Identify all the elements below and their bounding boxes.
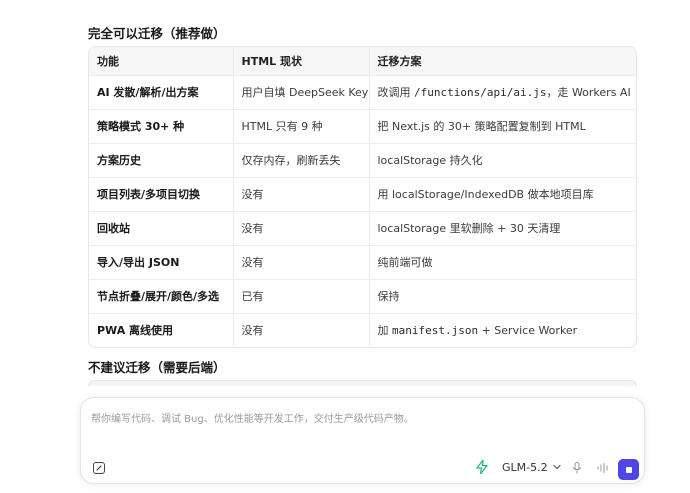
row-feature: 导入/导出 JSON — [89, 245, 233, 280]
row-feature: 策略模式 30+ 种 — [89, 109, 233, 144]
row-status: 没有 — [232, 313, 369, 347]
row-plan: localStorage 里软删除 + 30 天清理 — [368, 211, 636, 246]
inline-code: manifest.json — [392, 324, 479, 338]
model-name: GLM-5.2 — [502, 460, 548, 474]
row-plan: localStorage 持久化 — [368, 143, 636, 178]
row-feature: 项目列表/多项目切换 — [89, 177, 233, 212]
stop-button[interactable] — [618, 459, 639, 480]
row-plan: 用 localStorage/IndexedDB 做本地项目库 — [368, 177, 636, 212]
row-plan: 纯前端可做 — [368, 245, 636, 280]
stop-icon — [625, 466, 632, 473]
table-row: 导入/导出 JSON 没有 纯前端可做 — [89, 245, 636, 280]
row-feature: 节点折叠/展开/颜色/多选 — [89, 279, 233, 314]
header-html-status: HTML 现状 — [232, 47, 369, 76]
table-row: AI 发散/解析/出方案 用户自填 DeepSeek Key 改调用 /func… — [89, 75, 636, 110]
row-status: 已有 — [232, 279, 369, 314]
header-feature: 功能 — [89, 47, 233, 76]
second-table-header-peek — [88, 380, 637, 386]
row-status: 没有 — [232, 211, 369, 246]
section-title-recommended: 完全可以迁移（推荐做） — [88, 26, 226, 41]
bolt-icon — [476, 460, 488, 474]
row-feature: PWA 离线使用 — [97, 324, 174, 338]
row-feature: 方案历史 — [89, 143, 233, 178]
inline-code: /functions/api/ai.js — [414, 86, 547, 99]
table-row: PWA 离线使用 没有 加 manifest.json + Service Wo… — [89, 313, 636, 347]
waveform-icon[interactable] — [597, 463, 609, 473]
migration-table: 功能 HTML 现状 迁移方案 AI 发散/解析/出方案 用户自填 DeepSe… — [88, 46, 637, 348]
row-status: 仅存内存，刷新丢失 — [232, 143, 369, 178]
table-row: 策略模式 30+ 种 HTML 只有 9 种 把 Next.js 的 30+ 策… — [89, 109, 636, 144]
table-row: 方案历史 仅存内存，刷新丢失 localStorage 持久化 — [89, 143, 636, 178]
table-row: 回收站 没有 localStorage 里软删除 + 30 天清理 — [89, 211, 636, 246]
row-status: 没有 — [232, 177, 369, 212]
row-plan: 把 Next.js 的 30+ 策略配置复制到 HTML — [368, 109, 636, 144]
row-feature: 回收站 — [89, 211, 233, 246]
table-row: 项目列表/多项目切换 没有 用 localStorage/IndexedDB 做… — [89, 177, 636, 212]
row-status: HTML 只有 9 种 — [232, 109, 369, 144]
table-row: 节点折叠/展开/颜色/多选 已有 保持 — [89, 279, 636, 314]
row-status: 没有 — [232, 245, 369, 280]
row-plan: 改调用 /functions/api/ai.js，走 Workers AI — [368, 75, 636, 110]
section-title-not-recommended: 不建议迁移（需要后端） — [88, 360, 226, 375]
mic-icon[interactable] — [572, 462, 582, 474]
row-status: 用户自填 DeepSeek Key — [232, 75, 369, 110]
table-header-row: 功能 HTML 现状 迁移方案 — [89, 47, 636, 76]
row-plan: 加 manifest.json + Service Worker — [368, 313, 636, 347]
row-plan: 保持 — [368, 279, 636, 314]
chevron-down-icon — [553, 464, 561, 470]
chat-composer: 帮你编写代码、调试 Bug、优化性能等开发工作，交付生产级代码产物。 GLM-5… — [80, 397, 645, 484]
model-selector[interactable]: GLM-5.2 — [476, 460, 561, 474]
prompt-input[interactable]: 帮你编写代码、调试 Bug、优化性能等开发工作，交付生产级代码产物。 — [91, 410, 414, 425]
attach-icon[interactable] — [93, 462, 105, 474]
header-migration-plan: 迁移方案 — [368, 47, 636, 76]
row-feature: AI 发散/解析/出方案 — [89, 75, 233, 110]
